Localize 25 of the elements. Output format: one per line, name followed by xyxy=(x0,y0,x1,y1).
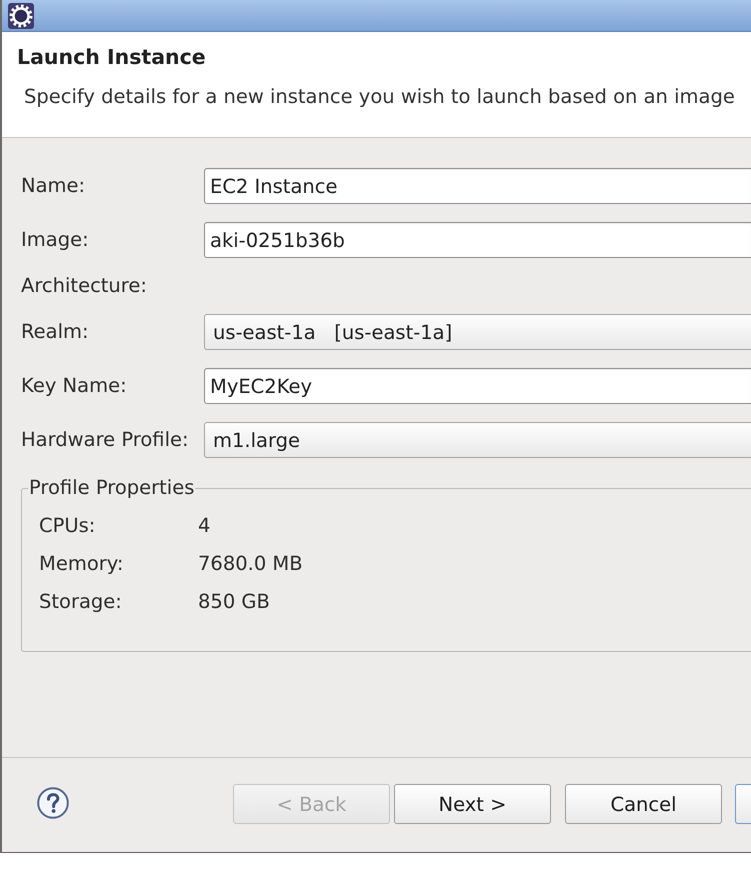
dialog-description: Specify details for a new instance you wish to launch based on an image xyxy=(24,85,736,109)
text-field[interactable]: MyEC2Key xyxy=(204,368,751,404)
field-label: Key Name: xyxy=(21,376,128,396)
dropdown[interactable]: us-east-1a [us-east-1a] xyxy=(204,314,751,350)
field-label: Hardware Profile: xyxy=(21,430,190,450)
text-field[interactable]: aki-0251b36b xyxy=(204,222,751,258)
property-value: 850 GB xyxy=(198,590,271,614)
dropdown[interactable]: m1.large xyxy=(204,422,751,458)
property-value: 7680.0 MB xyxy=(198,552,304,576)
dialog-button[interactable] xyxy=(735,784,751,824)
gear-icon xyxy=(8,2,34,28)
text-field[interactable]: EC2 Instance xyxy=(204,168,751,204)
group-title: Profile Properties xyxy=(28,476,196,500)
field-label: Realm: xyxy=(21,322,90,342)
dialog-button[interactable]: Next > xyxy=(394,784,551,824)
field-label: Architecture: xyxy=(21,276,148,296)
property-label: Memory: xyxy=(39,552,124,576)
property-value: 4 xyxy=(198,514,212,538)
property-label: Storage: xyxy=(39,590,123,614)
field-label: Image: xyxy=(21,230,90,250)
help-icon[interactable] xyxy=(37,787,69,819)
property-label: CPUs: xyxy=(39,514,96,538)
dialog-button[interactable]: Cancel xyxy=(565,784,722,824)
dialog-title: Launch Instance xyxy=(17,45,207,69)
field-label: Name: xyxy=(21,176,86,196)
